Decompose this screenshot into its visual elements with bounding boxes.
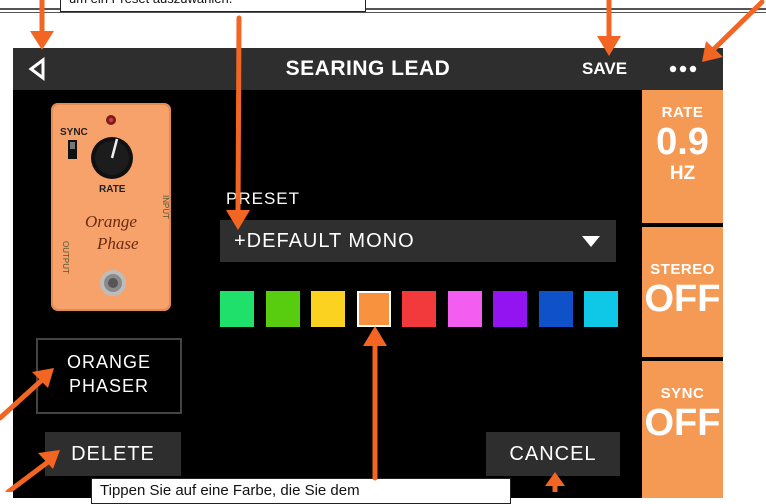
pedal-rate-label: RATE (99, 184, 126, 195)
param-value: OFF (644, 278, 721, 320)
preset-label: PRESET (226, 189, 301, 208)
pedal-input-label: INPUT (161, 195, 170, 219)
color-swatch[interactable] (311, 291, 345, 327)
cancel-button[interactable]: CANCEL (486, 432, 620, 476)
model-name-box: ORANGE PHASER (36, 338, 182, 414)
color-swatch[interactable] (357, 291, 391, 327)
param-value: 0.9 (656, 121, 709, 163)
pedal-sync-label: SYNC (60, 127, 88, 138)
preset-selected-value: +DEFAULT MONO (234, 230, 415, 252)
param-rate[interactable]: RATE 0.9 HZ (642, 90, 723, 223)
pedal-image: SYNC RATE OUTPUT INPUT Orange Phase (51, 103, 171, 311)
color-swatch[interactable] (539, 291, 573, 327)
more-dots-icon[interactable] (668, 59, 698, 79)
model-name-line1: ORANGE (66, 352, 151, 372)
color-swatches (220, 291, 620, 329)
param-unit: HZ (669, 163, 696, 184)
pedal-brand-line1: Orange (85, 212, 137, 231)
chevron-down-icon (582, 236, 600, 247)
param-label: RATE (661, 104, 704, 121)
param-label: STEREO (650, 261, 715, 278)
title-bar: SEARING LEAD SAVE (13, 48, 723, 90)
preset-dropdown[interactable]: +DEFAULT MONO (220, 220, 616, 262)
param-stereo[interactable]: STEREO OFF (642, 227, 723, 357)
param-sync[interactable]: SYNC OFF (642, 361, 723, 498)
color-swatch[interactable] (266, 291, 300, 327)
param-value: OFF (644, 402, 721, 444)
device-screen: SEARING LEAD SAVE SYNC RATE OUTPUT INPUT… (13, 48, 723, 498)
pedal-output-label: OUTPUT (61, 241, 70, 274)
param-label: SYNC (660, 385, 705, 402)
pedal-brand-line2: Phase (96, 234, 139, 253)
model-name-line2: PHASER (68, 376, 150, 396)
color-swatch[interactable] (448, 291, 482, 327)
color-swatch[interactable] (402, 291, 436, 327)
callout-bottom: Tippen Sie auf eine Farbe, die Sie dem (91, 478, 511, 504)
top-rule-secondary (0, 12, 766, 13)
color-swatch[interactable] (220, 291, 254, 327)
callout-top: um ein Preset auszuwählen. (60, 0, 366, 12)
color-swatch[interactable] (493, 291, 527, 327)
delete-button[interactable]: DELETE (45, 432, 181, 476)
color-swatch[interactable] (584, 291, 618, 327)
save-button[interactable]: SAVE (582, 48, 627, 90)
